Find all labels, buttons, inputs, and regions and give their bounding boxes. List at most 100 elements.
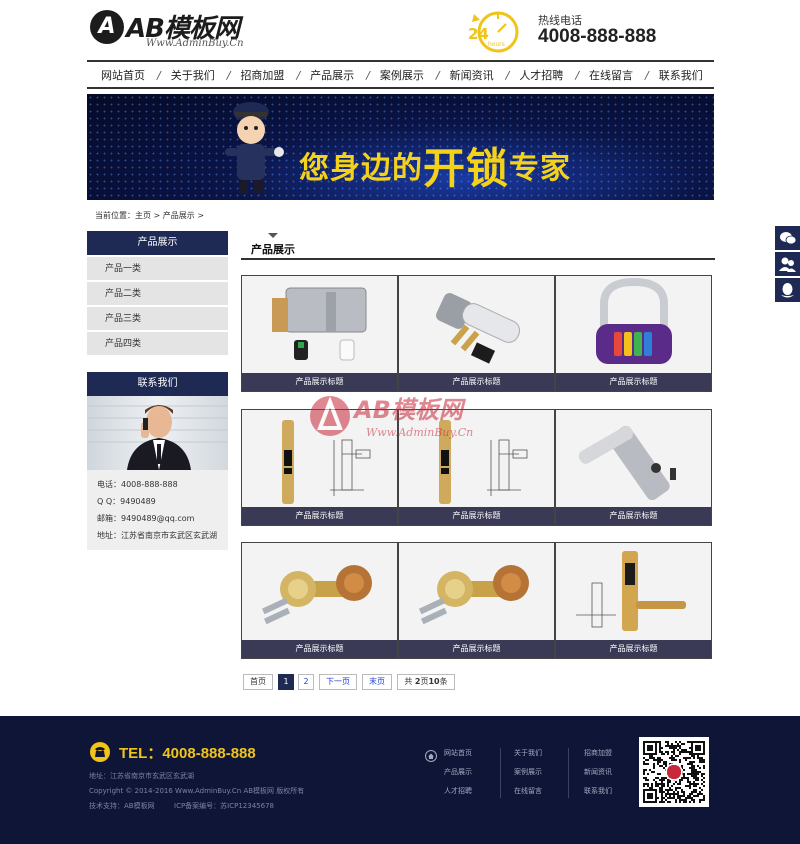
footer-link[interactable]: 关于我们: [514, 748, 542, 758]
page-last-button[interactable]: 末页: [362, 674, 392, 690]
product-card[interactable]: 产品展示标题: [555, 409, 712, 526]
product-image: [399, 543, 554, 640]
product-card[interactable]: 产品展示标题: [241, 409, 398, 526]
product-caption: 产品展示标题: [399, 507, 554, 525]
knob-lock-icon: [418, 565, 529, 625]
summary-c: 条: [439, 677, 448, 686]
product-card[interactable]: 产品展示标题: [398, 409, 555, 526]
footer-phone: TEL：4008-888-888: [119, 745, 256, 762]
product-image: [556, 410, 711, 507]
sidebar-item-cat2[interactable]: 产品二类: [87, 282, 228, 306]
combination-padlock-icon: [596, 277, 672, 364]
nav-label: 在线留言: [589, 68, 634, 82]
title-marker-icon: [268, 233, 278, 238]
contact-address: 地址：江苏省南京市玄武区玄武湖: [97, 531, 217, 540]
nav-label: 联系我们: [658, 68, 703, 82]
nav-item-0[interactable]: 网站首页 /: [101, 67, 171, 83]
nav-label: 产品展示: [310, 68, 355, 82]
nav-item-6[interactable]: 人才招聘 /: [519, 67, 589, 83]
product-card[interactable]: 产品展示标题: [555, 275, 712, 392]
product-card[interactable]: 产品展示标题: [398, 275, 555, 392]
product-card[interactable]: 产品展示标题: [398, 542, 555, 659]
phone-icon: [90, 742, 110, 762]
wechat-icon: [780, 232, 797, 245]
product-caption: 产品展示标题: [556, 507, 711, 525]
knob-lock-icon: [261, 565, 372, 625]
product-caption: 产品展示标题: [242, 507, 397, 525]
qr-code: [639, 737, 709, 807]
nav-separator: /: [366, 68, 370, 82]
footer-divider-1: [500, 748, 501, 798]
page-2-button[interactable]: 2: [298, 674, 314, 690]
product-caption: 产品展示标题: [242, 373, 397, 391]
smart-lock-icon: [576, 551, 686, 631]
lever-handle-lock-icon: [578, 425, 676, 501]
summary-a: 共: [404, 677, 415, 686]
product-image: [556, 543, 711, 640]
footer-link[interactable]: 招商加盟: [584, 748, 612, 758]
nav-item-2[interactable]: 招商加盟 /: [240, 67, 310, 83]
product-caption: 产品展示标题: [556, 640, 711, 658]
nav-item-3[interactable]: 产品展示 /: [310, 67, 380, 83]
footer-link[interactable]: 人才招聘: [444, 786, 472, 796]
product-card[interactable]: 产品展示标题: [241, 275, 398, 392]
contact-phone: 电话：4008-888-888: [97, 480, 178, 489]
footer-address: 地址：江苏省南京市玄武区玄武湖: [89, 772, 194, 780]
nav-label: 网站首页: [101, 68, 145, 82]
banner-slogan: 您身边的开锁专家: [299, 130, 572, 193]
home-icon: [425, 747, 437, 762]
qq-float-button[interactable]: [775, 278, 800, 302]
product-image: [399, 410, 554, 507]
digital-door-lock-icon: [439, 420, 528, 504]
site-logo[interactable]: A AB模板网 Www.AdminBuy.Cn: [90, 8, 260, 52]
contact-email[interactable]: 邮箱：9490489@qq.com: [97, 510, 218, 527]
sidebar-item-cat3[interactable]: 产品三类: [87, 307, 228, 331]
mortise-lock-icon: [272, 287, 367, 361]
nav-label: 关于我们: [170, 68, 215, 82]
nav-item-8[interactable]: 联系我们: [659, 67, 703, 83]
hotline-number: 4008-888-888: [538, 26, 657, 47]
contacts-float-button[interactable]: [775, 252, 800, 276]
logo-url: Www.AdminBuy.Cn: [146, 38, 244, 49]
police-mascot-icon: [225, 102, 284, 194]
footer-link[interactable]: 联系我们: [584, 786, 612, 796]
product-image: [556, 276, 711, 373]
product-image: [399, 276, 554, 373]
product-card[interactable]: 产品展示标题: [241, 542, 398, 659]
contact-qq: Q Q：9490489: [97, 497, 156, 506]
nav-item-7[interactable]: 在线留言 /: [589, 67, 659, 83]
nav-label: 人才招聘: [519, 68, 564, 82]
banner-text-a: 您身边的: [299, 151, 423, 186]
banner-text-c: 专家: [509, 151, 572, 186]
title-divider: [241, 258, 715, 260]
page-summary: 共 2页10条: [397, 674, 455, 690]
nav-separator: /: [505, 68, 510, 82]
nav-separator: /: [435, 68, 440, 82]
nav-label: 案例展示: [379, 68, 424, 82]
nav-item-5[interactable]: 新闻资讯 /: [450, 67, 520, 83]
product-card[interactable]: 产品展示标题: [555, 542, 712, 659]
footer-icp[interactable]: ICP备案编号：苏ICP12345678: [174, 801, 274, 811]
qq-icon: [781, 283, 794, 298]
nav-item-1[interactable]: 关于我们 /: [171, 67, 241, 83]
users-icon: [779, 257, 796, 272]
product-caption: 产品展示标题: [399, 373, 554, 391]
sidebar-item-cat4[interactable]: 产品四类: [87, 332, 228, 356]
sidebar-item-cat1[interactable]: 产品一类: [87, 257, 228, 281]
page-1-button[interactable]: 1: [278, 674, 294, 690]
footer-link[interactable]: 产品展示: [444, 767, 472, 777]
hotline-badge: 24: [468, 25, 489, 43]
footer-link[interactable]: 在线留言: [514, 786, 542, 796]
breadcrumb[interactable]: 当前位置：主页 > 产品展示 >: [95, 210, 204, 221]
page-first-button[interactable]: 首页: [243, 674, 273, 690]
footer-link[interactable]: 案例展示: [514, 767, 542, 777]
footer-link[interactable]: 网站首页: [444, 748, 472, 758]
page-next-button[interactable]: 下一页: [319, 674, 357, 690]
wechat-float-button[interactable]: [775, 226, 800, 250]
sidebar-contact-title: 联系我们: [87, 372, 228, 396]
contact-photo: [87, 396, 228, 470]
nav-separator: /: [645, 68, 649, 82]
footer-link[interactable]: 新闻资讯: [584, 767, 612, 777]
nav-item-4[interactable]: 案例展示 /: [380, 67, 450, 83]
footer-divider-2: [568, 748, 569, 798]
